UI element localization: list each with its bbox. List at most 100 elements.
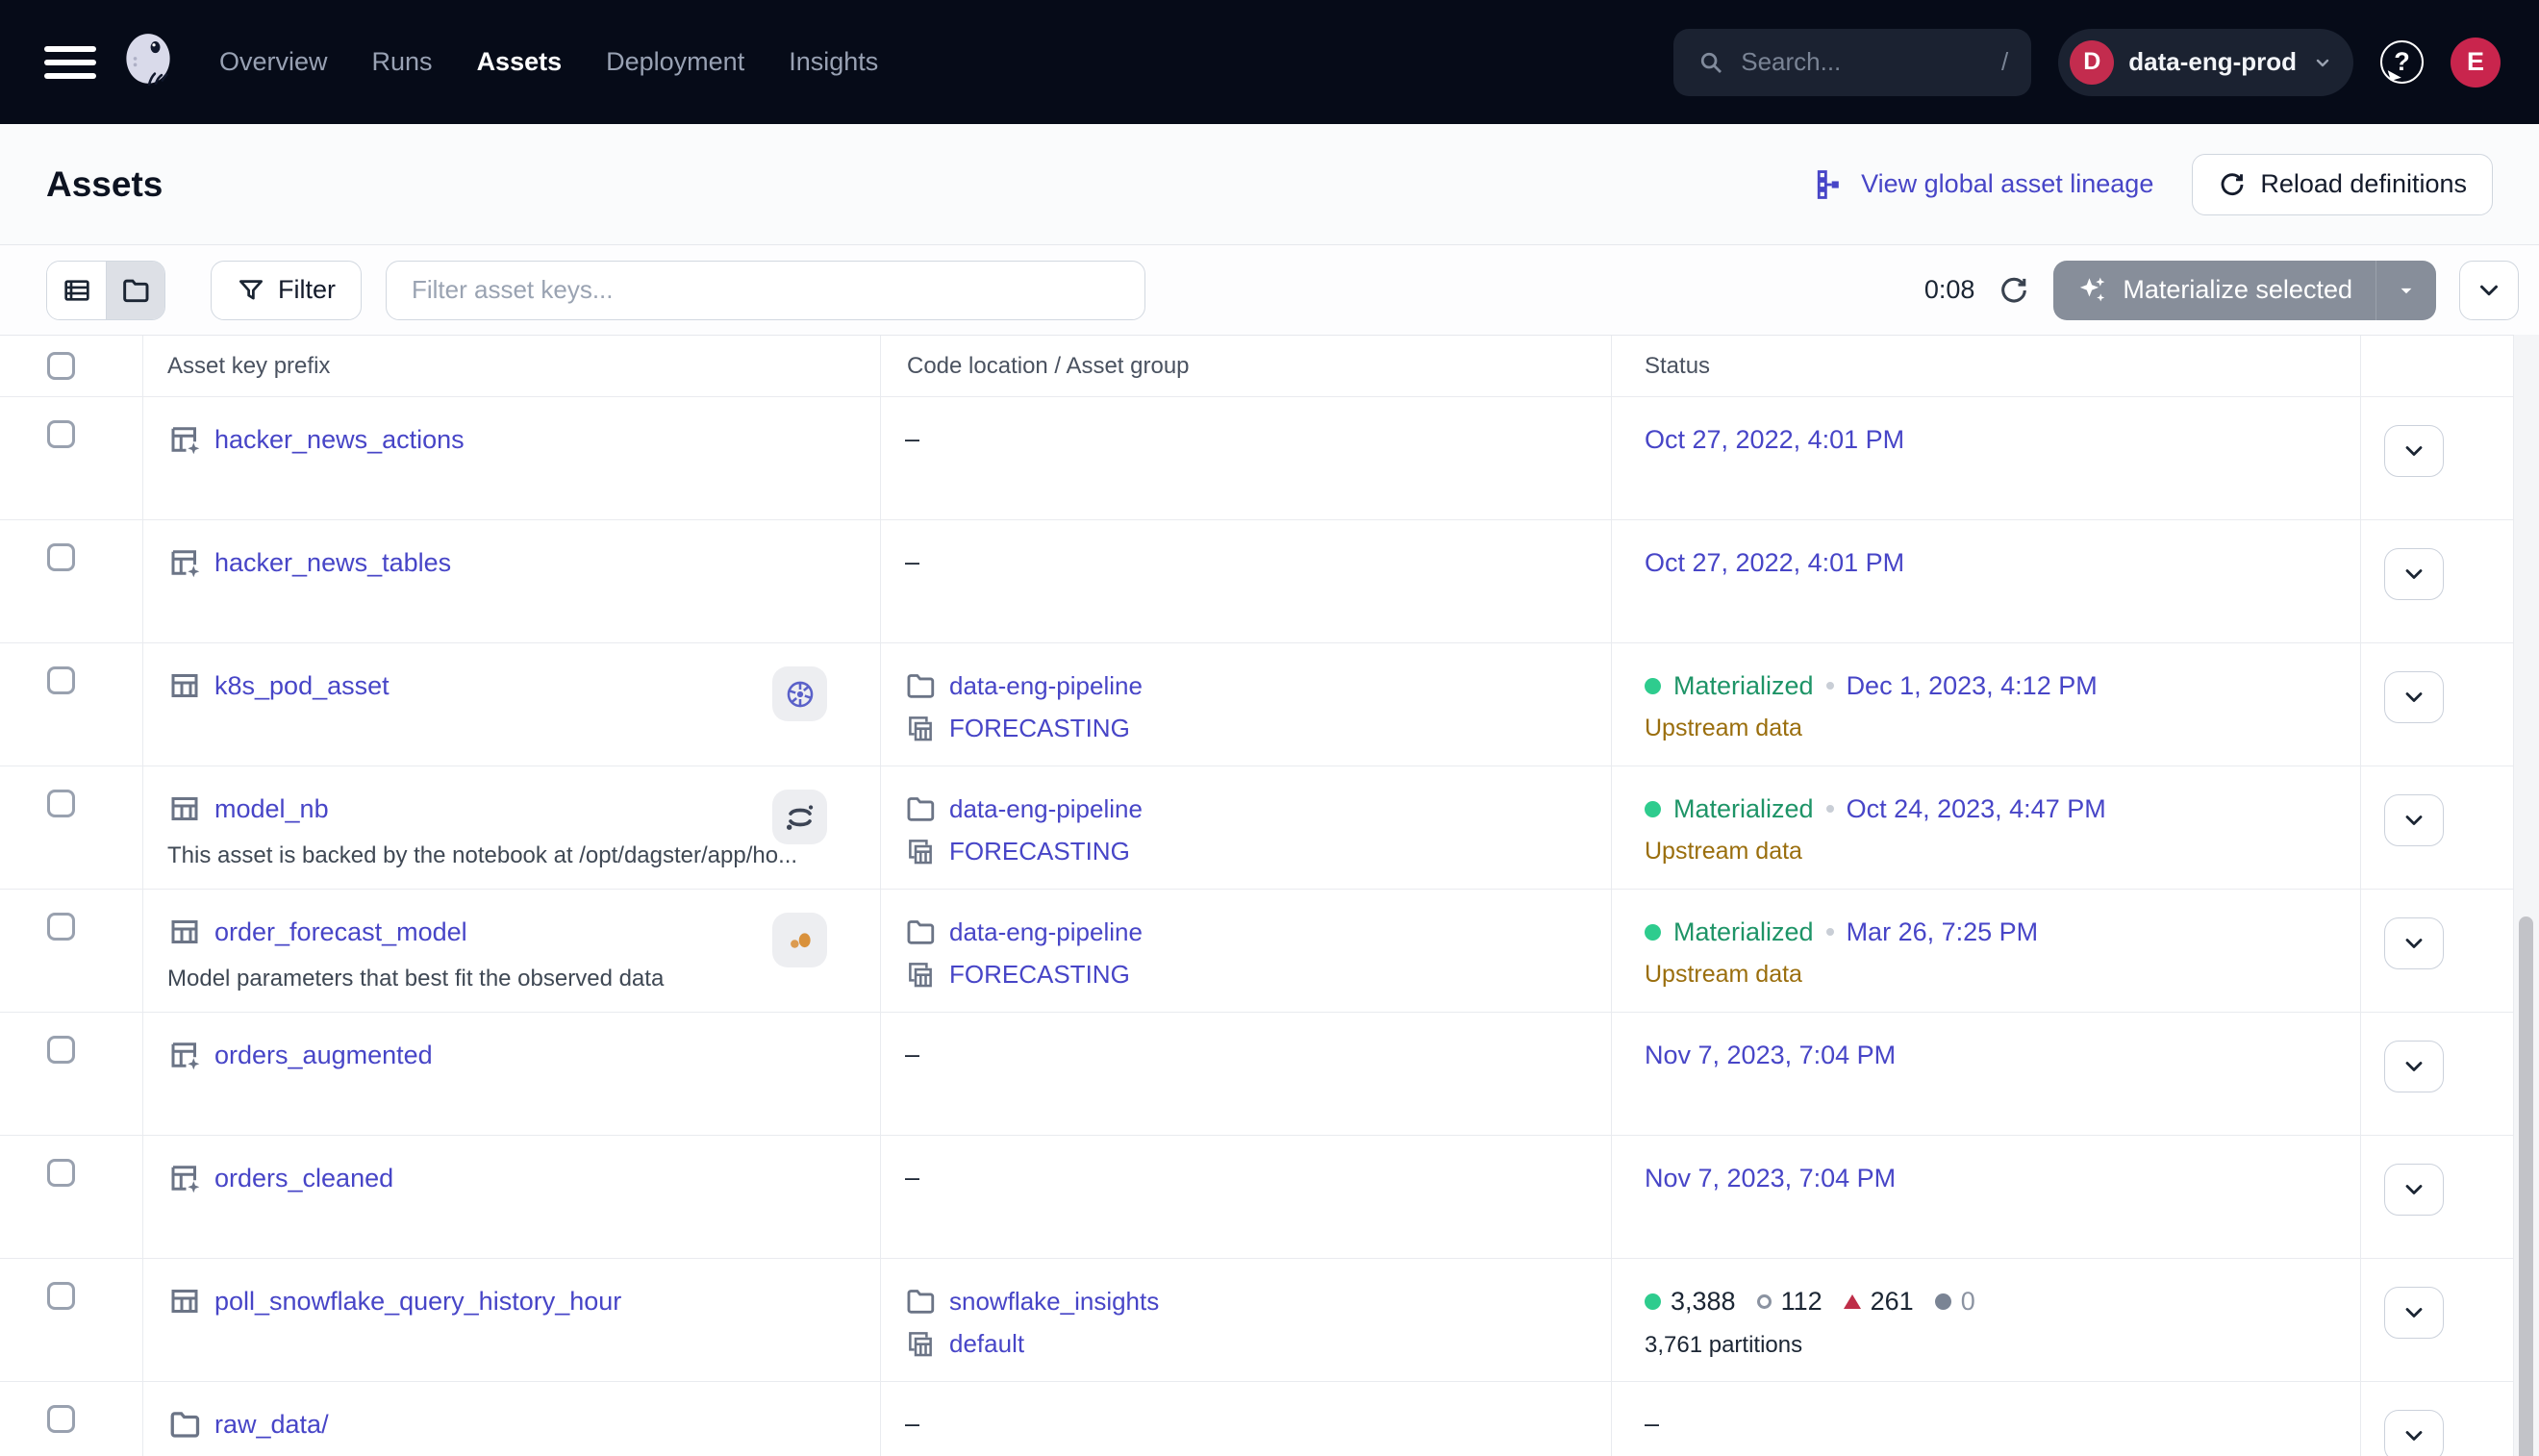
select-all-checkbox[interactable] <box>47 352 75 380</box>
asset-group-icon <box>904 712 937 744</box>
top-nav-bar: Overview Runs Assets Deployment Insights… <box>0 0 2539 124</box>
kubernetes-kind-badge <box>772 666 827 721</box>
asset-key-link[interactable]: model_nb <box>214 794 329 824</box>
nav-item-runs[interactable]: Runs <box>372 47 433 77</box>
table-row: hacker_news_actions – Oct 27, 2022, 4:01… <box>0 397 2514 520</box>
asset-key-link[interactable]: orders_cleaned <box>214 1164 393 1193</box>
dagster-logo[interactable] <box>123 33 173 91</box>
table-asset-icon <box>167 791 202 826</box>
nav-item-deployment[interactable]: Deployment <box>606 47 744 77</box>
partitions-total: 3,761 partitions <box>1645 1332 1802 1359</box>
asset-group-link[interactable]: FORECASTING <box>949 837 1130 866</box>
materialization-date-link[interactable]: Oct 24, 2023, 4:47 PM <box>1847 794 2106 824</box>
view-global-asset-lineage-link[interactable]: View global asset lineage <box>1815 168 2153 201</box>
refresh-icon[interactable] <box>1998 274 2030 307</box>
location-empty: – <box>905 1409 919 1439</box>
materialization-date-link[interactable]: Oct 27, 2022, 4:01 PM <box>1645 425 1904 455</box>
location-empty: – <box>905 547 919 577</box>
reload-definitions-button[interactable]: Reload definitions <box>2192 154 2493 215</box>
asset-key-link[interactable]: k8s_pod_asset <box>214 671 390 701</box>
upstream-data-note: Upstream data <box>1645 838 1802 866</box>
code-location-link[interactable]: data-eng-pipeline <box>949 917 1143 947</box>
upstream-data-note: Upstream data <box>1645 961 1802 989</box>
materialize-selected-button[interactable]: Materialize selected <box>2053 261 2436 320</box>
partitions-materialized-count: 3,388 <box>1645 1287 1736 1317</box>
status-empty: – <box>1645 1409 1659 1439</box>
scrollbar-track[interactable] <box>2514 335 2539 1456</box>
nav-item-insights[interactable]: Insights <box>789 47 878 77</box>
asset-group-link[interactable]: default <box>949 1329 1024 1359</box>
row-checkbox[interactable] <box>47 790 75 817</box>
workspace-name: data-eng-prod <box>2128 47 2297 77</box>
partitions-missing-count: 112 <box>1757 1287 1823 1317</box>
asset-group-icon <box>904 1327 937 1360</box>
filter-asset-keys-input[interactable] <box>386 261 1145 320</box>
nav-item-assets[interactable]: Assets <box>477 47 563 77</box>
search-icon <box>1697 48 1725 77</box>
collapse-toolbar-button[interactable] <box>2459 261 2519 320</box>
scrollbar-thumb[interactable] <box>2519 916 2533 1456</box>
hamburger-menu-icon[interactable] <box>44 38 96 87</box>
row-expand-button[interactable] <box>2384 1410 2444 1456</box>
reload-button-label: Reload definitions <box>2260 169 2467 199</box>
asset-group-link[interactable]: FORECASTING <box>949 960 1130 990</box>
upstream-data-note: Upstream data <box>1645 715 1802 742</box>
user-avatar[interactable]: E <box>2451 38 2501 88</box>
materialized-status-dot <box>1645 801 1661 817</box>
help-icon[interactable]: ? <box>2380 40 2424 84</box>
table-asset-icon <box>167 668 202 703</box>
asset-group-icon <box>904 835 937 867</box>
nav-item-overview[interactable]: Overview <box>219 47 328 77</box>
asset-key-link[interactable]: hacker_news_tables <box>214 548 451 578</box>
asset-group-icon <box>904 958 937 991</box>
materialization-date-link[interactable]: Dec 1, 2023, 4:12 PM <box>1847 671 2098 701</box>
row-checkbox[interactable] <box>47 1036 75 1064</box>
row-checkbox[interactable] <box>47 543 75 571</box>
row-expand-button[interactable] <box>2384 1041 2444 1092</box>
table-row: orders_augmented – Nov 7, 2023, 7:04 PM <box>0 1013 2514 1136</box>
materialization-date-link[interactable]: Mar 26, 7:25 PM <box>1847 917 2039 947</box>
folder-icon <box>167 1407 202 1442</box>
noteable-kind-badge <box>772 913 827 967</box>
list-view-button[interactable] <box>47 262 106 319</box>
row-checkbox[interactable] <box>47 1159 75 1187</box>
code-location-link[interactable]: data-eng-pipeline <box>949 671 1143 701</box>
asset-key-link[interactable]: orders_augmented <box>214 1041 433 1070</box>
global-search-input[interactable]: Search... / <box>1673 29 2031 96</box>
primary-nav: Overview Runs Assets Deployment Insights <box>219 47 878 77</box>
assets-table: Asset key prefix Code location / Asset g… <box>0 335 2514 1456</box>
row-expand-button[interactable] <box>2384 794 2444 846</box>
row-checkbox[interactable] <box>47 420 75 448</box>
materialize-button-label: Materialize selected <box>2123 275 2352 305</box>
code-location-link[interactable]: snowflake_insights <box>949 1287 1159 1317</box>
materialize-dropdown-caret[interactable] <box>2376 261 2436 320</box>
row-checkbox[interactable] <box>47 1282 75 1310</box>
materialization-date-link[interactable]: Nov 7, 2023, 7:04 PM <box>1645 1164 1896 1193</box>
column-header-asset-key: Asset key prefix <box>167 353 330 380</box>
row-expand-button[interactable] <box>2384 671 2444 723</box>
row-expand-button[interactable] <box>2384 1287 2444 1339</box>
row-expand-button[interactable] <box>2384 917 2444 969</box>
row-checkbox[interactable] <box>47 913 75 941</box>
row-expand-button[interactable] <box>2384 425 2444 477</box>
row-expand-button[interactable] <box>2384 548 2444 600</box>
asset-key-link[interactable]: raw_data/ <box>214 1410 329 1440</box>
materialization-date-link[interactable]: Oct 27, 2022, 4:01 PM <box>1645 548 1904 578</box>
code-location-link[interactable]: data-eng-pipeline <box>949 794 1143 824</box>
workspace-switcher[interactable]: D data-eng-prod <box>2058 29 2353 96</box>
folder-view-button[interactable] <box>106 262 164 319</box>
filter-button[interactable]: Filter <box>211 261 362 320</box>
asset-group-link[interactable]: FORECASTING <box>949 714 1130 743</box>
separator-dot <box>1826 805 1834 813</box>
row-checkbox[interactable] <box>47 1405 75 1433</box>
materialized-status-dot <box>1645 924 1661 941</box>
row-checkbox[interactable] <box>47 666 75 694</box>
asset-key-link[interactable]: poll_snowflake_query_history_hour <box>214 1287 621 1317</box>
workspace-badge: D <box>2070 40 2114 85</box>
column-header-status: Status <box>1645 353 1710 380</box>
materialized-status-dot <box>1645 678 1661 694</box>
asset-key-link[interactable]: hacker_news_actions <box>214 425 465 455</box>
row-expand-button[interactable] <box>2384 1164 2444 1216</box>
materialization-date-link[interactable]: Nov 7, 2023, 7:04 PM <box>1645 1041 1896 1070</box>
asset-key-link[interactable]: order_forecast_model <box>214 917 467 947</box>
